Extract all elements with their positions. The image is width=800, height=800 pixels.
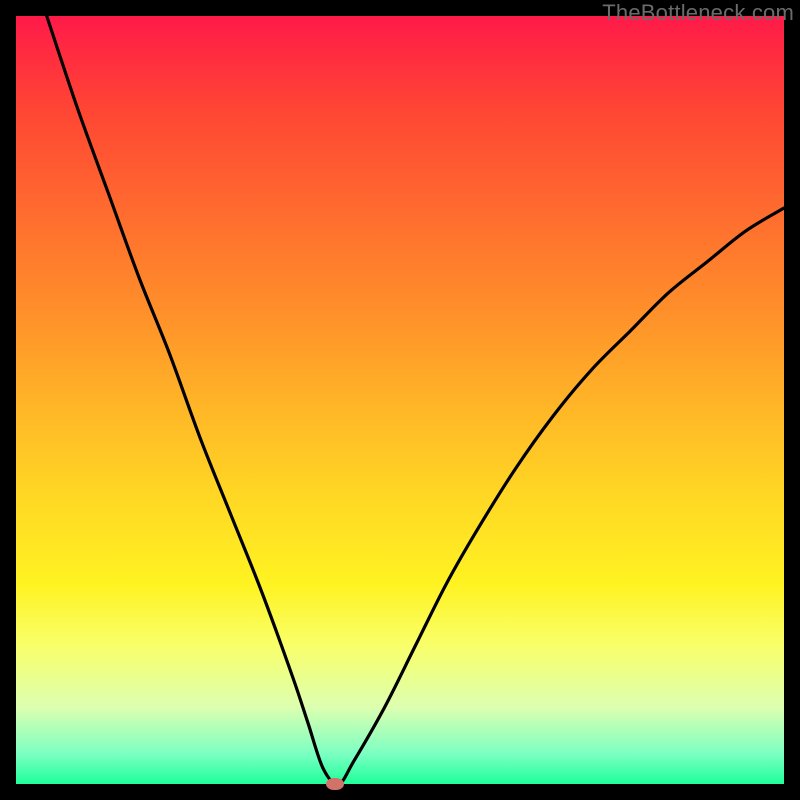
curve-path — [47, 16, 784, 784]
plot-area — [16, 16, 784, 784]
curve-svg — [16, 16, 784, 784]
chart-frame: TheBottleneck.com — [0, 0, 800, 800]
watermark-text: TheBottleneck.com — [602, 0, 794, 26]
min-marker — [326, 778, 344, 790]
